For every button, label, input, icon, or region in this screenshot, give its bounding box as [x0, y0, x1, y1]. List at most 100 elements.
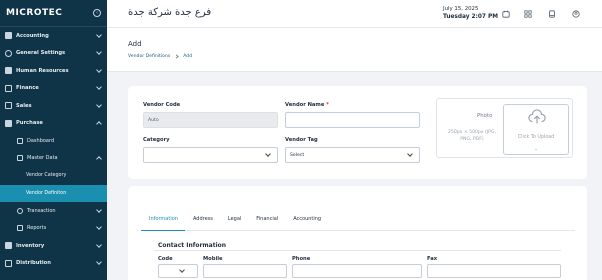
- sidebar-item-transaction[interactable]: Transaction: [0, 202, 107, 220]
- branch-name[interactable]: فرع جدة شركة جدة: [128, 7, 211, 18]
- detail-tabs: Information Address Legal Financial Acco…: [141, 209, 575, 231]
- vendor-tag-select[interactable]: Select: [285, 147, 420, 163]
- user-avatar-icon[interactable]: [572, 10, 580, 18]
- upload-dash: -: [535, 147, 537, 153]
- sidebar-item-accounting[interactable]: Accounting: [0, 27, 107, 45]
- vendor-name-input[interactable]: [285, 112, 420, 128]
- vendor-form-card: Vendor Code Auto Vendor Name * Category …: [128, 86, 587, 179]
- chevron-down-icon: [96, 259, 102, 266]
- vendor-name-label: Vendor Name *: [285, 102, 329, 108]
- sidebar-item-human-resources[interactable]: Human Resources: [0, 62, 107, 80]
- brand-logo: MICROTEC: [6, 8, 63, 18]
- tab-financial[interactable]: Financial: [248, 209, 285, 231]
- mobile-input[interactable]: [203, 264, 287, 278]
- vendor-code-value: Auto: [148, 117, 159, 123]
- chevron-up-icon: [96, 121, 102, 128]
- phone-input[interactable]: [292, 264, 422, 278]
- sidebar-item-label: Vendor Category: [26, 173, 67, 179]
- current-date: July 15, 2025: [443, 6, 479, 12]
- upload-label: Click To Upload: [517, 135, 555, 140]
- sidebar-item-label: Accounting: [16, 32, 49, 39]
- sidebar-header: MICROTEC ‹: [0, 0, 107, 27]
- details-card: Information Address Legal Financial Acco…: [128, 186, 587, 280]
- photo-size-hint: 250px × 500px (JPG, PNG, PDF): [448, 130, 496, 142]
- sidebar-item-reports[interactable]: Reports: [0, 220, 107, 238]
- chevron-down-icon: [96, 84, 102, 91]
- chevron-right-icon: [174, 54, 179, 59]
- apps-grid-icon[interactable]: [524, 10, 532, 18]
- sidebar-item-general-settings[interactable]: General Settings: [0, 45, 107, 63]
- category-select[interactable]: [143, 147, 278, 163]
- chevron-down-icon: [96, 66, 102, 73]
- book-icon[interactable]: [548, 10, 556, 18]
- sidebar-item-distribution[interactable]: Distribution: [0, 255, 107, 273]
- sidebar-item-inventory[interactable]: Inventory: [0, 237, 107, 255]
- breadcrumb: Vendor Definitions Add: [128, 54, 602, 59]
- vendor-tag-label: Vendor Tag: [285, 137, 318, 143]
- code-select[interactable]: [158, 264, 198, 278]
- chevron-down-icon: [265, 151, 271, 157]
- sidebar-item-purchase[interactable]: Purchase: [0, 115, 107, 133]
- settings-icon: [5, 49, 12, 57]
- calendar-icon[interactable]: [502, 10, 510, 18]
- chevron-down-icon: [96, 101, 102, 108]
- top-header: فرع جدة شركة جدة July 15, 2025 Tuesday 2…: [107, 0, 602, 28]
- breadcrumb-vendor-definitions[interactable]: Vendor Definitions: [128, 54, 170, 59]
- sidebar-item-vendor-category[interactable]: Vendor Category: [0, 167, 107, 185]
- breadcrumb-add: Add: [183, 54, 193, 59]
- vendor-name-label-text: Vendor Name: [285, 102, 325, 108]
- sales-icon: [5, 102, 12, 110]
- required-asterisk: *: [326, 102, 329, 108]
- sidebar-item-dashboard[interactable]: Dashboard: [0, 132, 107, 150]
- chevron-up-icon: [96, 156, 102, 163]
- sidebar-item-vendor-definition[interactable]: Vendor Definiton: [0, 184, 107, 202]
- transaction-icon: [17, 207, 23, 214]
- chevron-down-icon: [96, 206, 102, 213]
- tab-information[interactable]: Information: [141, 209, 185, 231]
- sidebar-item-label: Human Resources: [16, 67, 69, 74]
- sidebar-item-label: General Settings: [16, 50, 66, 57]
- sidebar-item-label: Transaction: [27, 207, 56, 214]
- chevron-down-icon: [96, 224, 102, 231]
- phone-label: Phone: [292, 256, 311, 262]
- collapse-sidebar-icon[interactable]: ‹: [93, 9, 101, 17]
- master-data-icon: [17, 155, 23, 162]
- click-to-upload-area[interactable]: Click To Upload -: [503, 104, 569, 155]
- mobile-label: Mobile: [203, 256, 223, 262]
- sidebar-item-label: Dashboard: [27, 137, 55, 144]
- finance-icon: [5, 84, 12, 92]
- main-content: Add Vendor Definitions Add Vendor Code A…: [107, 28, 602, 280]
- sidebar-item-label: Vendor Definiton: [26, 190, 67, 196]
- people-icon: [5, 67, 12, 75]
- tab-accounting[interactable]: Accounting: [285, 209, 328, 231]
- sidebar-item-label: Inventory: [16, 242, 45, 249]
- sidebar-item-finance[interactable]: Finance: [0, 80, 107, 98]
- sidebar-item-label: Distribution: [16, 260, 51, 267]
- photo-upload-panel: Photo 250px × 500px (JPG, PNG, PDF) Clic…: [436, 98, 573, 158]
- tab-legal[interactable]: Legal: [220, 209, 248, 231]
- cloud-upload-icon: [528, 109, 546, 124]
- vendor-code-label-text: Vendor Code: [143, 102, 181, 108]
- fax-label: Fax: [427, 256, 438, 262]
- tab-address[interactable]: Address: [185, 209, 220, 231]
- chevron-down-icon: [96, 49, 102, 56]
- category-label: Category: [143, 137, 170, 143]
- sidebar-item-master-data[interactable]: Master Data: [0, 150, 107, 168]
- section-divider: [154, 250, 561, 251]
- sidebar-item-sales[interactable]: Sales: [0, 97, 107, 115]
- photo-label: Photo: [477, 113, 493, 119]
- sidebar-item-label: Purchase: [16, 120, 43, 127]
- inventory-icon: [5, 242, 12, 250]
- chevron-down-icon: [179, 267, 185, 273]
- reports-icon: [17, 225, 23, 232]
- dashboard-icon: [17, 137, 23, 144]
- vendor-code-label: Vendor Code: [143, 102, 180, 108]
- sidebar-item-label: Sales: [16, 102, 32, 109]
- current-day-time: Tuesday 2:07 PM: [443, 14, 498, 20]
- vendor-tag-value: Select: [290, 152, 305, 158]
- sidebar-item-label: Reports: [27, 225, 47, 232]
- page-header: Add Vendor Definitions Add: [107, 28, 602, 72]
- sidebar-item-label: Master Data: [27, 155, 58, 162]
- fax-input[interactable]: [427, 264, 561, 278]
- vendor-code-field: Auto: [143, 112, 278, 128]
